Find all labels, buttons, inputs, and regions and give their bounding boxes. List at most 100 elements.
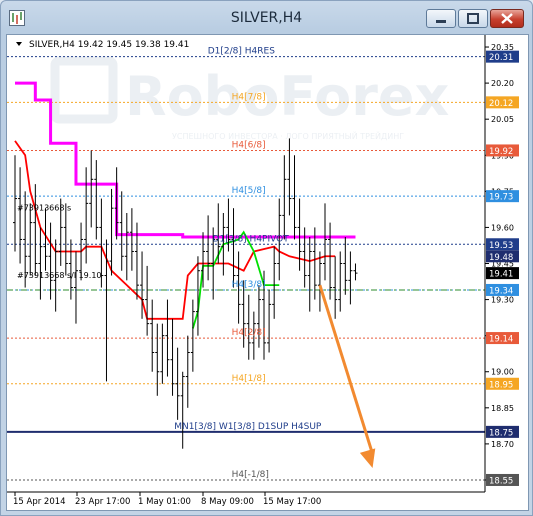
level-label: H4[7/8] [232,92,266,102]
x-tick-label: 15 Apr 2014 [13,497,66,507]
price-badge-text: 19.34 [489,286,513,296]
close-icon [501,13,513,24]
y-tick-label: 19.60 [491,223,514,232]
candle [282,155,287,240]
price-badge: 19.53 [486,238,519,251]
candle [185,335,190,408]
level-label: D1[2/8] H4RES [208,47,275,57]
candle [353,263,358,281]
y-tick-label: 20.20 [491,79,514,88]
candle [89,150,94,228]
candle [307,237,312,312]
candle [333,256,338,319]
candle [150,299,155,372]
candle [140,251,145,319]
title-bar[interactable]: SILVER,H4 [1,1,532,35]
collapse-triangle-icon[interactable] [16,42,22,46]
candle [206,215,211,281]
price-badge: 19.48 [486,250,519,263]
price-badge-text: 19.92 [489,147,513,157]
chart-window: SILVER,H4 RoboForex УСПЕШНОГО ИНВЕСТОРА … [0,0,533,516]
candle [317,251,322,312]
candle [129,208,134,271]
y-tick-label: 19.30 [491,296,514,305]
price-badge-text: 18.95 [489,380,513,390]
price-badge-text: 19.48 [489,253,513,263]
close-button[interactable] [490,9,524,28]
trade-label: #73913668 s/l 19.10 [17,271,102,280]
y-tick-label: 18.70 [491,440,514,449]
candle [28,203,33,276]
candle [338,251,343,312]
candle [68,239,73,300]
chart-frame: RoboForex УСПЕШНОГО ИНВЕСТОРА · ЛОГО ПРИ… [6,34,529,511]
candle [33,184,38,276]
candle [231,208,236,288]
price-badge: 18.75 [486,425,519,438]
candle [124,212,129,281]
candle [94,160,99,240]
price-chart[interactable]: RoboForex УСПЕШНОГО ИНВЕСТОРА · ЛОГО ПРИ… [7,35,528,510]
y-tick-label: 20.05 [491,115,514,124]
restore-icon [467,13,479,24]
price-badge: 19.14 [486,332,519,345]
price-badge: 19.41 [486,267,519,280]
minimize-button[interactable] [426,9,456,28]
price-badge: 20.31 [486,50,519,63]
candle [190,299,195,372]
candle [43,208,48,271]
level-label: H4[5/8] [232,186,266,196]
candle [104,239,109,382]
price-badge-text: 19.53 [489,241,513,251]
x-tick-label: 8 May 09:00 [201,497,254,507]
candle [322,203,327,281]
candle [292,155,297,240]
price-badge-text: 18.75 [489,428,513,438]
price-badge-text: 19.41 [489,270,513,280]
price-badge: 19.73 [486,190,519,203]
forecast-arrow-icon [359,448,376,468]
maximize-button[interactable] [458,9,488,28]
info-bar: SILVER,H4 19.42 19.45 19.38 19.41 [16,40,189,50]
price-badge-text: 20.12 [489,99,513,109]
y-tick-label: 18.85 [491,404,514,413]
price-badge: 18.95 [486,377,519,390]
candle [109,188,114,276]
candle [160,323,165,384]
candle [348,251,353,305]
price-badge-text: 18.55 [489,476,513,486]
level-label: H4[2/8] [232,328,266,338]
candle [155,323,160,396]
x-tick-label: 23 Apr 17:00 [75,497,130,507]
watermark-text: RoboForex [125,65,449,128]
price-badge: 19.34 [486,283,519,296]
candle [38,227,43,300]
candle [63,203,68,276]
watermark-subtext: УСПЕШНОГО ИНВЕСТОРА · ЛОГО ПРИЯТНЫЙ ТРЕЙ… [172,130,404,141]
forecast-arrow-shaft [318,284,374,455]
level-label: H4[6/8] [232,140,266,150]
price-badge-text: 19.73 [489,193,513,203]
candle [48,222,53,300]
level-label: D1[3/8] H4PIVOT [213,234,290,244]
candle [145,265,150,336]
level-label: H4[-1/8] [232,470,269,480]
candle [119,191,124,271]
candle [18,167,23,264]
info-bar-text: SILVER,H4 19.42 19.45 19.38 19.41 [29,40,189,50]
candle [343,237,348,295]
minimize-icon [436,20,446,23]
candle [272,246,277,319]
candle [73,251,78,324]
y-tick-label: 19.00 [491,368,514,377]
candle [328,222,333,300]
level-label: H4[1/8] [232,374,266,384]
price-badge-text: 19.14 [489,335,513,345]
price-badge-text: 20.31 [489,53,513,63]
level-label: H4[3/8] [232,280,266,290]
price-badge: 20.12 [486,96,519,109]
price-badge: 19.92 [486,144,519,157]
candle [267,289,272,353]
level-label: MN1[3/8] W1[3/8] D1SUP H4SUP [174,422,322,432]
red-trend-line [14,140,336,320]
